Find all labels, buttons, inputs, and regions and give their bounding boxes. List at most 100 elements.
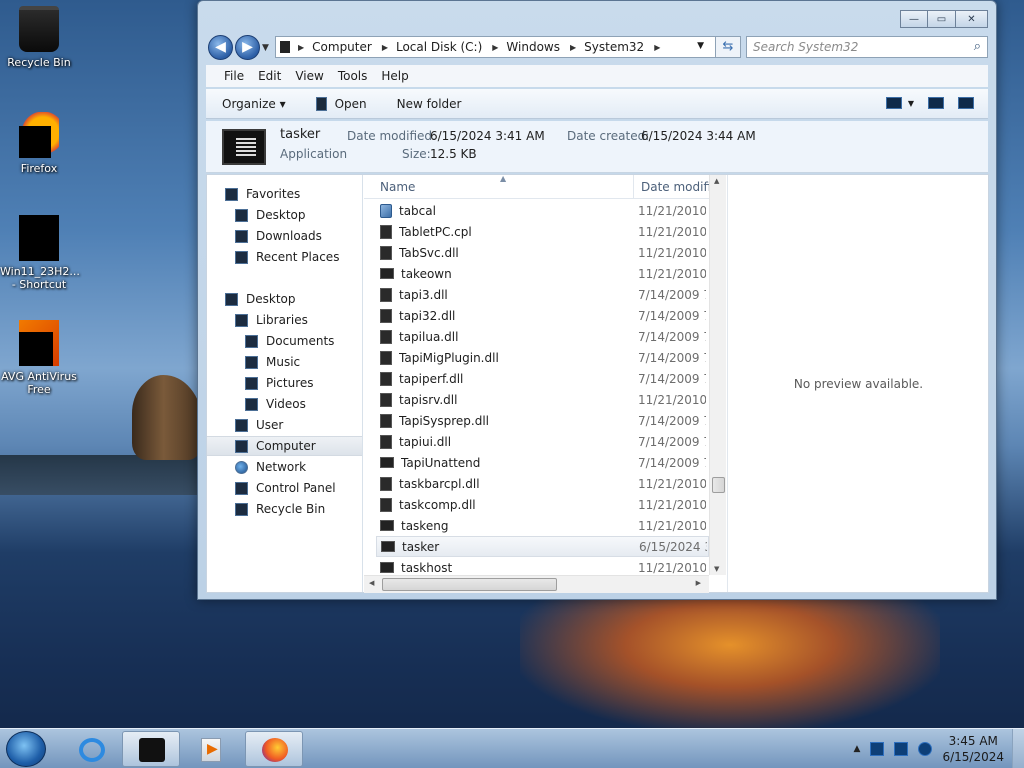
refresh-button[interactable]: ⇆ <box>715 36 741 58</box>
nav-item-desktop[interactable]: Desktop <box>207 205 362 225</box>
vertical-scroll-thumb[interactable] <box>712 477 725 493</box>
menu-view[interactable]: View <box>295 69 323 83</box>
nav-item-videos[interactable]: Videos <box>207 394 362 414</box>
desktop-icon-avg[interactable]: AVG AntiVirus Free <box>0 320 78 396</box>
show-desktop-button[interactable] <box>1012 729 1024 768</box>
new-folder-button[interactable]: New folder <box>397 97 462 111</box>
chevron-right-icon[interactable]: ▶ <box>492 43 498 52</box>
chevron-right-icon[interactable]: ▶ <box>382 43 388 52</box>
search-input[interactable]: Search System32 ⌕ <box>746 36 988 58</box>
no-preview-text: No preview available. <box>793 376 924 391</box>
menu-tools[interactable]: Tools <box>338 69 368 83</box>
recent-pages-dropdown[interactable]: ▼ <box>262 43 269 53</box>
network-icon[interactable] <box>894 742 909 756</box>
address-dropdown-icon[interactable]: ▼ <box>697 41 704 51</box>
preview-pane-icon[interactable] <box>928 97 944 109</box>
maximize-button[interactable]: ▭ <box>928 10 956 28</box>
close-button[interactable]: ✕ <box>956 10 988 28</box>
file-row[interactable]: tapisrv.dll 11/21/2010 8 <box>376 389 709 410</box>
forward-button[interactable]: ▶ <box>235 35 260 60</box>
file-row[interactable]: tasker 6/15/2024 3: <box>376 536 709 557</box>
file-row[interactable]: takeown 11/21/2010 8 <box>376 263 709 284</box>
nav-item-libraries[interactable]: Libraries <box>207 310 362 330</box>
view-controls: ▼ <box>885 97 974 109</box>
view-options-dropdown-icon[interactable]: ▼ <box>908 99 914 108</box>
file-row[interactable]: TapiUnattend 7/14/2009 7: <box>376 452 709 473</box>
clock[interactable]: 3:45 AM 6/15/2024 <box>942 733 1004 765</box>
clock-date: 6/15/2024 <box>942 750 1004 764</box>
file-row[interactable]: TabSvc.dll 11/21/2010 8 <box>376 242 709 263</box>
scroll-down-icon[interactable]: ▼ <box>714 565 719 573</box>
file-row[interactable]: tapi3.dll 7/14/2009 7: <box>376 284 709 305</box>
nav-item-label: Recent Places <box>256 250 340 264</box>
file-row[interactable]: taskcomp.dll 11/21/2010 8 <box>376 494 709 515</box>
organize-button[interactable]: Organize ▾ <box>222 97 286 111</box>
back-button[interactable]: ◀ <box>208 35 233 60</box>
desktop-icon-win11-shortcut[interactable]: Win11_23H2... - Shortcut <box>0 215 80 291</box>
file-row[interactable]: tabcal 11/21/2010 8 <box>376 200 709 221</box>
chevron-right-icon[interactable]: ▶ <box>298 43 304 52</box>
nav-item-label: Videos <box>266 397 306 411</box>
chevron-right-icon[interactable]: ▶ <box>654 43 660 52</box>
nav-item-recent-places[interactable]: Recent Places <box>207 247 362 267</box>
change-view-icon[interactable] <box>885 97 902 109</box>
help-icon[interactable] <box>958 97 974 109</box>
vertical-scrollbar[interactable]: ▲ ▼ <box>709 175 726 575</box>
file-row[interactable]: tapilua.dll 7/14/2009 7: <box>376 326 709 347</box>
file-name: takeown <box>401 266 452 281</box>
column-divider[interactable] <box>633 175 634 199</box>
nav-item-music[interactable]: Music <box>207 352 362 372</box>
nav-item-recycle-bin[interactable]: Recycle Bin <box>207 499 362 519</box>
file-row[interactable]: tapiui.dll 7/14/2009 7: <box>376 431 709 452</box>
nav-item-label: Network <box>256 460 307 474</box>
nav-item-favorites[interactable]: Favorites <box>207 184 362 204</box>
scroll-left-icon[interactable]: ◀ <box>369 579 374 587</box>
minimize-button[interactable]: — <box>900 10 928 28</box>
breadcrumb-system32[interactable]: System32 <box>584 40 644 54</box>
nav-item-downloads[interactable]: Downloads <box>207 226 362 246</box>
nav-item-control-panel[interactable]: Control Panel <box>207 478 362 498</box>
show-hidden-icons-icon[interactable]: ▲ <box>854 744 861 754</box>
file-row[interactable]: taskeng 11/21/2010 8 <box>376 515 709 536</box>
desktop-icon-firefox[interactable]: Firefox <box>0 112 78 175</box>
scroll-up-icon[interactable]: ▲ <box>714 177 719 185</box>
desktop-icon-recycle-bin[interactable]: Recycle Bin <box>0 6 78 69</box>
taskbar-firefox[interactable] <box>245 731 303 767</box>
column-header-name[interactable]: Name <box>380 180 415 194</box>
nav-item-user[interactable]: User <box>207 415 362 435</box>
nav-item-network[interactable]: Network <box>207 457 362 477</box>
volume-icon[interactable] <box>918 742 933 756</box>
file-row[interactable]: TapiMigPlugin.dll 7/14/2009 7: <box>376 347 709 368</box>
menu-help[interactable]: Help <box>381 69 408 83</box>
column-header-date-modified[interactable]: Date modified <box>641 180 709 194</box>
open-button[interactable]: Open <box>315 96 367 111</box>
file-row[interactable]: TabletPC.cpl 11/21/2010 8 <box>376 221 709 242</box>
chevron-right-icon[interactable]: ▶ <box>570 43 576 52</box>
horizontal-scrollbar[interactable]: ◀ ▶ <box>364 575 709 593</box>
nav-item-pictures[interactable]: Pictures <box>207 373 362 393</box>
horizontal-scroll-thumb[interactable] <box>382 578 557 591</box>
scroll-right-icon[interactable]: ▶ <box>696 579 701 587</box>
search-icon[interactable]: ⌕ <box>974 39 981 54</box>
breadcrumb-computer[interactable]: Computer <box>312 40 372 54</box>
file-row[interactable]: tapi32.dll 7/14/2009 7: <box>376 305 709 326</box>
nav-item-computer[interactable]: Computer <box>207 436 362 456</box>
taskbar-media-player[interactable] <box>182 731 240 767</box>
file-row[interactable]: TapiSysprep.dll 7/14/2009 7: <box>376 410 709 431</box>
taskbar-windows-explorer[interactable] <box>122 731 180 767</box>
file-row[interactable]: tapiperf.dll 7/14/2009 7: <box>376 368 709 389</box>
breadcrumb-local-disk[interactable]: Local Disk (C:) <box>396 40 482 54</box>
caption-buttons: — ▭ ✕ <box>900 10 988 28</box>
open-label: Open <box>334 96 367 111</box>
address-bar[interactable]: ▶ Computer ▶ Local Disk (C:) ▶ Windows ▶… <box>275 36 739 58</box>
start-button[interactable] <box>6 731 46 767</box>
menu-edit[interactable]: Edit <box>258 69 281 83</box>
taskbar-internet-explorer[interactable] <box>62 731 120 767</box>
action-center-icon[interactable] <box>870 742 885 756</box>
breadcrumb-windows[interactable]: Windows <box>506 40 560 54</box>
file-row[interactable]: taskbarcpl.dll 11/21/2010 8 <box>376 473 709 494</box>
menu-file[interactable]: File <box>224 69 244 83</box>
nav-item-desktop[interactable]: Desktop <box>207 289 362 309</box>
nav-item-documents[interactable]: Documents <box>207 331 362 351</box>
recycle-bin-icon <box>235 502 248 516</box>
